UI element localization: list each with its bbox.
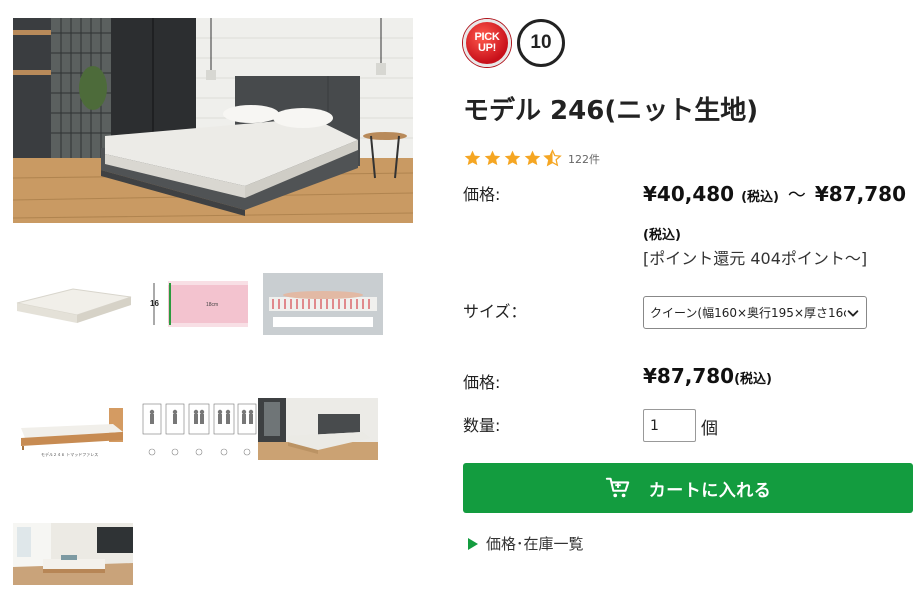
number-badge: 10 — [517, 19, 565, 67]
size-guide-image — [138, 398, 258, 460]
price-high: ¥87,780 — [814, 182, 906, 206]
triangle-right-icon — [468, 537, 478, 550]
thumbnail-body-support[interactable] — [263, 273, 383, 335]
quantity-input[interactable] — [643, 409, 696, 442]
thumbnail-mattress[interactable] — [13, 273, 133, 335]
thickness-label: 16 — [150, 299, 159, 308]
pickup-badge: PICK UP! — [463, 19, 511, 67]
quantity-unit: 個 — [701, 419, 718, 439]
thumbnail-size-guide[interactable] — [138, 398, 258, 460]
badge-group: PICK UP! 10 — [463, 19, 565, 67]
mattress-image — [13, 273, 133, 335]
thumbnail-living-scene[interactable] — [13, 523, 133, 585]
size-label: サイズ： — [463, 302, 527, 321]
price-stock-link[interactable]: 価格･在庫一覧 — [468, 533, 584, 554]
chevron-down-icon — [847, 309, 859, 317]
selected-price-label: 価格: — [463, 373, 501, 392]
product-title: モデル 246(ニット生地) — [463, 96, 759, 126]
star-rating — [463, 149, 562, 168]
thumbnail-cross-section[interactable]: 16 18cm — [138, 273, 258, 335]
star-icon — [464, 150, 481, 166]
review-count[interactable]: 122件 — [568, 151, 600, 167]
tax-note: (税込) — [741, 190, 779, 205]
selected-price-value: ¥87,780 — [643, 364, 735, 388]
star-half-icon — [543, 149, 562, 167]
thumbnail-caption: モデル２４６ トマッドファレス — [41, 451, 98, 457]
rating[interactable]: 122件 — [463, 149, 600, 168]
living-scene-image — [13, 523, 133, 585]
size-select[interactable]: クイーン(幅160×奥行195×厚さ16cm) — [643, 296, 867, 329]
price-range: ¥40,480 (税込) ～ ¥87,780 (税込) — [643, 177, 913, 253]
price-stock-label: 価格･在庫一覧 — [486, 535, 584, 553]
price-low: ¥40,480 — [643, 182, 735, 206]
main-product-image[interactable] — [13, 18, 413, 223]
range-separator: ～ — [787, 185, 806, 206]
pickup-badge-line2: UP! — [477, 42, 497, 54]
body-support-image — [263, 273, 383, 335]
points-note: [ポイント還元 404ポイント～] — [643, 249, 868, 268]
bed-room-photo — [13, 18, 413, 223]
star-icon — [484, 150, 501, 166]
layer-diagram-image: 16 18cm — [138, 273, 258, 335]
room-scene-image — [258, 398, 378, 460]
tax-note: (税込) — [734, 372, 772, 387]
star-icon — [524, 150, 541, 166]
layer-label: 18cm — [206, 302, 218, 308]
thumbnail-bed-frame-wood[interactable]: モデル２４６ トマッドファレス — [13, 398, 133, 460]
size-select-value: クイーン(幅160×奥行195×厚さ16cm) — [650, 306, 846, 320]
thumbnail-room-scene[interactable] — [258, 398, 378, 460]
star-icon — [504, 150, 521, 166]
quantity-label: 数量: — [463, 416, 501, 435]
selected-price: ¥87,780(税込) — [643, 364, 772, 388]
price-label: 価格: — [463, 185, 501, 204]
add-to-cart-label: カートに入れる — [648, 480, 772, 501]
add-to-cart-button[interactable]: カートに入れる — [463, 463, 913, 513]
cart-icon — [605, 477, 629, 498]
tax-note: (税込) — [643, 228, 681, 243]
wood-bed-image: モデル２４６ トマッドファレス — [13, 398, 133, 460]
